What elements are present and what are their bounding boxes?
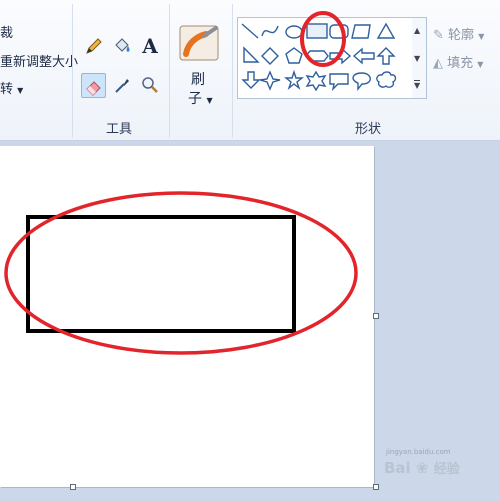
dropdown-arrow-icon: ▼	[206, 96, 213, 105]
brush-icon	[179, 25, 219, 61]
six-point-star-shape-icon	[305, 70, 327, 92]
scroll-down-icon[interactable]: ▼	[414, 54, 420, 64]
scroll-up-icon[interactable]: ▲	[414, 26, 420, 36]
fill-icon: ◭	[433, 56, 443, 71]
rotate-text: 转	[0, 82, 14, 97]
up-arrow-shape-icon	[376, 47, 396, 65]
gallery-scrollbar[interactable]: ▲ ▼ ▼	[412, 17, 427, 99]
oval-callout-shape-icon	[352, 72, 371, 91]
diamond-shape-icon	[261, 47, 279, 65]
ribbon: 裁 重新调整大小 转 ▼ A 工具 刷 子 ▼ ▲ ▼ ▼ ✎ 轮廓 ▼ ◭ 填…	[0, 0, 500, 141]
left-arrow-shape-icon	[352, 47, 375, 65]
separator	[232, 4, 233, 138]
resize-handle-corner[interactable]	[373, 484, 379, 490]
pencil-icon	[86, 38, 102, 54]
shapes-group-label: 形状	[355, 122, 382, 137]
tools-group-label: 工具	[106, 122, 133, 137]
outline-icon: ✎	[433, 28, 444, 43]
watermark-brand: Bai ❀ 经验	[384, 458, 460, 477]
brushes-label-top: 刷	[191, 72, 205, 88]
drawn-rectangle	[26, 215, 296, 333]
watermark-brand-text: Bai	[384, 459, 411, 477]
canvas-drawing	[4, 191, 358, 355]
watermark-url: jingyan.baidu.com	[386, 448, 451, 456]
four-point-star-shape-icon	[259, 70, 281, 91]
paw-icon: ❀	[415, 459, 429, 477]
fill-button[interactable]: ◭ 填充 ▼	[433, 52, 483, 71]
color-picker-tool[interactable]	[110, 73, 134, 97]
crop-button-label[interactable]: 裁	[0, 22, 13, 41]
resize-handle-right[interactable]	[373, 313, 379, 319]
curve-shape-icon	[261, 25, 279, 37]
line-shape-icon	[241, 23, 259, 39]
dropdown-arrow-icon: ▼	[478, 32, 485, 41]
fill-bucket-icon	[115, 38, 130, 52]
color-picker-icon	[115, 79, 129, 93]
five-point-star-shape-icon	[284, 69, 304, 91]
magnifier-icon	[142, 77, 158, 93]
annotation-highlight-circle	[300, 11, 346, 67]
resize-button-label[interactable]: 重新调整大小	[0, 51, 78, 70]
rotate-button-label[interactable]: 转 ▼	[0, 78, 23, 97]
drawing-canvas[interactable]	[0, 146, 374, 487]
text-icon: A	[142, 34, 158, 58]
eraser-icon	[85, 80, 101, 96]
outline-label: 轮廓	[448, 28, 475, 43]
text-tool[interactable]: A	[138, 34, 162, 58]
rect-callout-shape-icon	[329, 73, 349, 92]
separator	[72, 4, 73, 138]
brushes-label-text: 子	[188, 91, 202, 107]
eraser-tool[interactable]	[81, 73, 106, 98]
brushes-button[interactable]	[178, 24, 222, 64]
fill-label: 填充	[447, 56, 474, 71]
resize-handle-bottom[interactable]	[70, 484, 76, 490]
down-arrow-shape-icon	[241, 71, 261, 89]
right-triangle-shape-icon	[243, 46, 260, 63]
expand-gallery-icon[interactable]: ▼	[414, 80, 421, 91]
dropdown-arrow-icon: ▼	[17, 86, 24, 95]
polygon-shape-icon	[351, 24, 371, 39]
separator	[169, 4, 170, 138]
outline-button[interactable]: ✎ 轮廓 ▼	[433, 24, 484, 43]
magnifier-tool[interactable]	[138, 73, 162, 97]
pencil-tool[interactable]	[82, 34, 106, 58]
triangle-shape-icon	[376, 22, 396, 39]
watermark-brand-suffix: 经验	[433, 462, 460, 477]
cloud-callout-shape-icon	[376, 71, 397, 88]
brushes-label-bottom[interactable]: 子 ▼	[188, 88, 213, 108]
dropdown-arrow-icon: ▼	[477, 60, 484, 69]
fill-tool[interactable]	[110, 34, 134, 58]
